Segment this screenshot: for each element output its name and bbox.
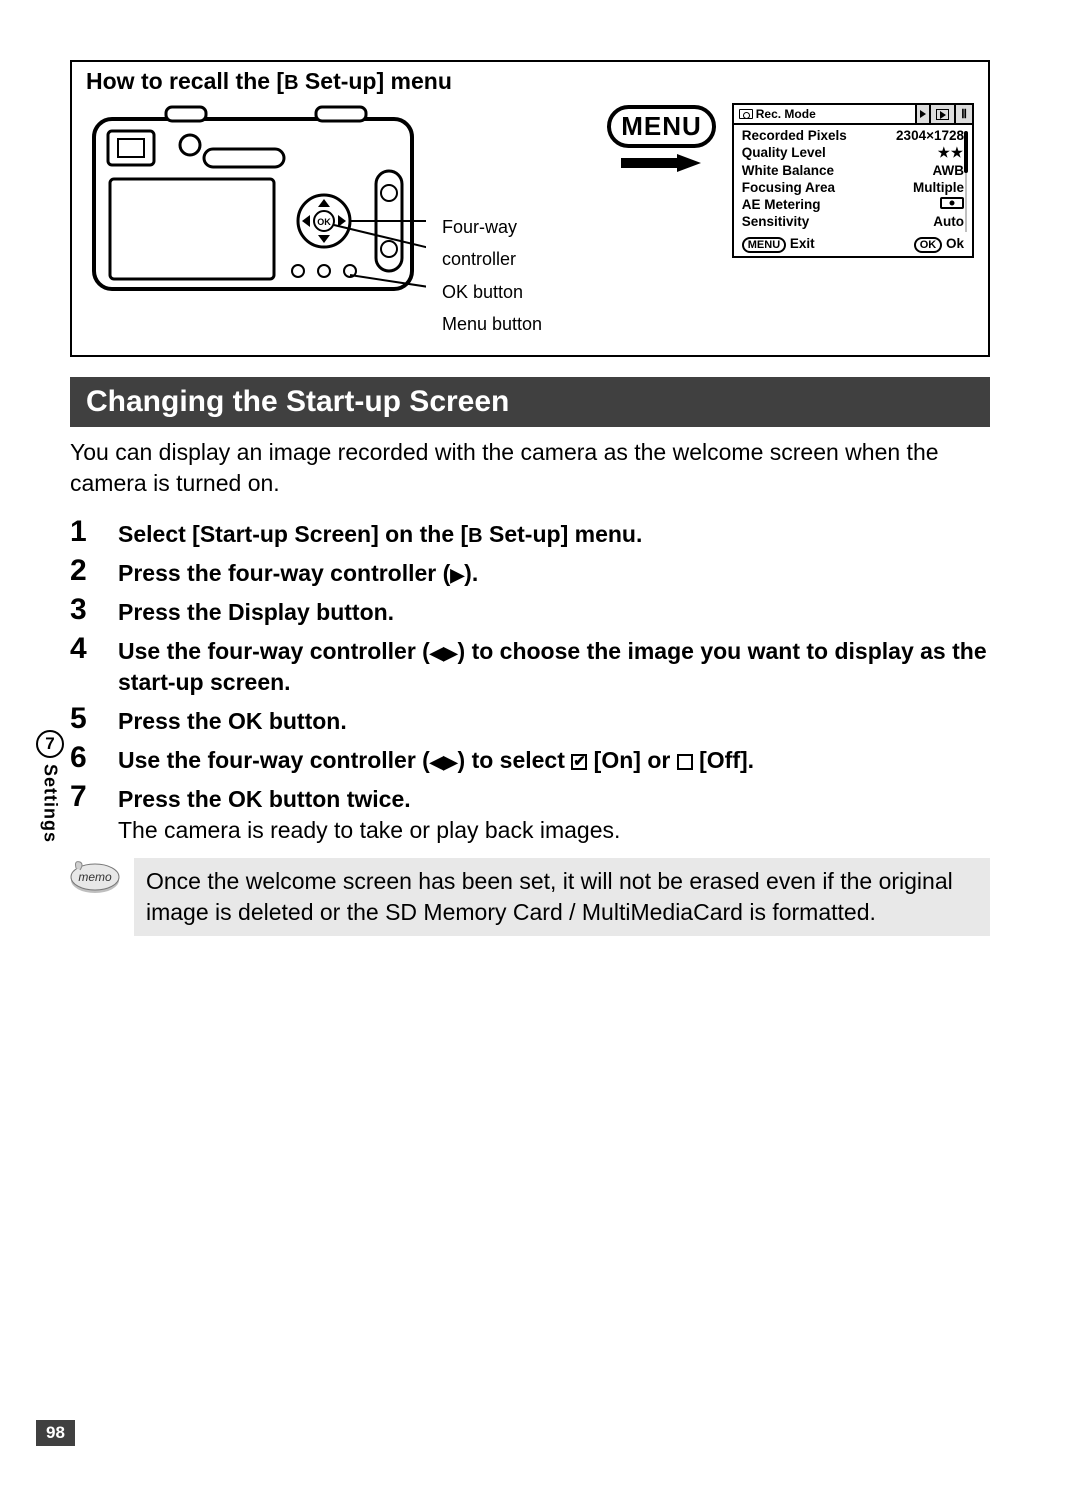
tab-rec-mode: Rec. Mode	[734, 105, 917, 123]
menu-row: SensitivityAuto	[742, 213, 964, 230]
menu-footer-exit: MENU Exit	[742, 236, 815, 253]
recall-title-pre: How to recall the [	[86, 68, 284, 94]
checkbox-empty-icon	[677, 754, 693, 770]
metering-icon	[940, 197, 964, 212]
menu-button-and-arrow: MENU	[607, 105, 716, 172]
step: 2 Press the four-way controller (▶).	[70, 554, 990, 589]
chapter-tab: 7 Settings	[36, 730, 64, 843]
setup-tools-icon: B	[284, 72, 298, 95]
steps-list: 1 Select [Start-up Screen] on the [B Set…	[70, 515, 990, 815]
scrollbar-icon	[964, 131, 968, 232]
label-menu-button: Menu button	[442, 308, 591, 340]
step: 1 Select [Start-up Screen] on the [B Set…	[70, 515, 990, 550]
chapter-label: Settings	[40, 764, 61, 843]
recall-body: OK	[86, 101, 974, 341]
step: 3 Press the Display button.	[70, 593, 990, 628]
svg-text:memo: memo	[78, 870, 112, 884]
camera-illustration: OK	[86, 101, 426, 316]
tab-setup: Ⅱ	[956, 105, 972, 123]
tab-playback	[931, 105, 956, 123]
memo-block: memo Once the welcome screen has been se…	[70, 858, 990, 936]
arrow-right-icon	[621, 154, 701, 172]
step-text: Press the OK button twice.	[118, 780, 411, 815]
recall-title: How to recall the [B Set-up] menu	[86, 68, 974, 95]
step-text: Press the Display button.	[118, 593, 394, 628]
section-heading: Changing the Start-up Screen	[70, 377, 990, 427]
step-text: Press the OK button.	[118, 702, 347, 737]
manual-page: How to recall the [B Set-up] menu	[0, 0, 1080, 1486]
menu-row: Recorded Pixels2304×1728	[742, 127, 964, 144]
menu-row: AE Metering	[742, 196, 964, 213]
triangle-left-right-icon: ◀▶	[430, 752, 458, 772]
checkbox-checked-icon	[571, 754, 587, 770]
camera-icon	[739, 109, 753, 119]
tab-rec-label: Rec. Mode	[756, 107, 816, 121]
setup-tools-icon: Ⅱ	[961, 107, 967, 121]
menu-screen: Rec. Mode Ⅱ Recorded Pixels2304×1728 Qua…	[732, 103, 974, 258]
triangle-left-right-icon: ◀▶	[430, 643, 458, 663]
setup-tools-icon: B	[468, 525, 482, 547]
step: 7 Press the OK button twice.	[70, 780, 990, 815]
memo-icon: memo	[70, 858, 120, 901]
label-four-way: Four-way controller	[442, 211, 591, 276]
triangle-right-icon: ▶	[450, 565, 464, 585]
step-text: Use the four-way controller (◀▶) to sele…	[118, 741, 754, 776]
recall-title-post: Set-up] menu	[299, 68, 452, 94]
camera-part-labels: Four-way controller OK button Menu butto…	[442, 211, 591, 341]
menu-row-list: Recorded Pixels2304×1728 Quality Level★★…	[734, 125, 972, 232]
cursor-icon	[920, 110, 926, 118]
label-ok-button: OK button	[442, 276, 591, 308]
menu-button-icon: MENU	[607, 105, 716, 148]
svg-text:OK: OK	[317, 217, 331, 227]
chapter-number: 7	[36, 730, 64, 758]
step-text: Select [Start-up Screen] on the [B Set-u…	[118, 515, 642, 550]
step: 6 Use the four-way controller (◀▶) to se…	[70, 741, 990, 776]
after-steps-text: The camera is ready to take or play back…	[118, 817, 990, 844]
menu-footer-ok: OK Ok	[914, 236, 964, 253]
tab-cursor	[917, 105, 931, 123]
menu-footer: MENU Exit OK Ok	[734, 232, 972, 256]
recall-box: How to recall the [B Set-up] menu	[70, 60, 990, 357]
menu-row: White BalanceAWB	[742, 162, 964, 179]
menu-row: Focusing AreaMultiple	[742, 179, 964, 196]
step: 4 Use the four-way controller (◀▶) to ch…	[70, 632, 990, 698]
menu-tabs: Rec. Mode Ⅱ	[734, 105, 972, 125]
memo-text: Once the welcome screen has been set, it…	[134, 858, 990, 936]
intro-paragraph: You can display an image recorded with t…	[70, 437, 990, 499]
step-text: Press the four-way controller (▶).	[118, 554, 478, 589]
page-number: 98	[36, 1420, 75, 1446]
step-text: Use the four-way controller (◀▶) to choo…	[118, 632, 990, 698]
step: 5 Press the OK button.	[70, 702, 990, 737]
menu-row: Quality Level★★	[742, 144, 964, 162]
playback-icon	[936, 109, 949, 120]
